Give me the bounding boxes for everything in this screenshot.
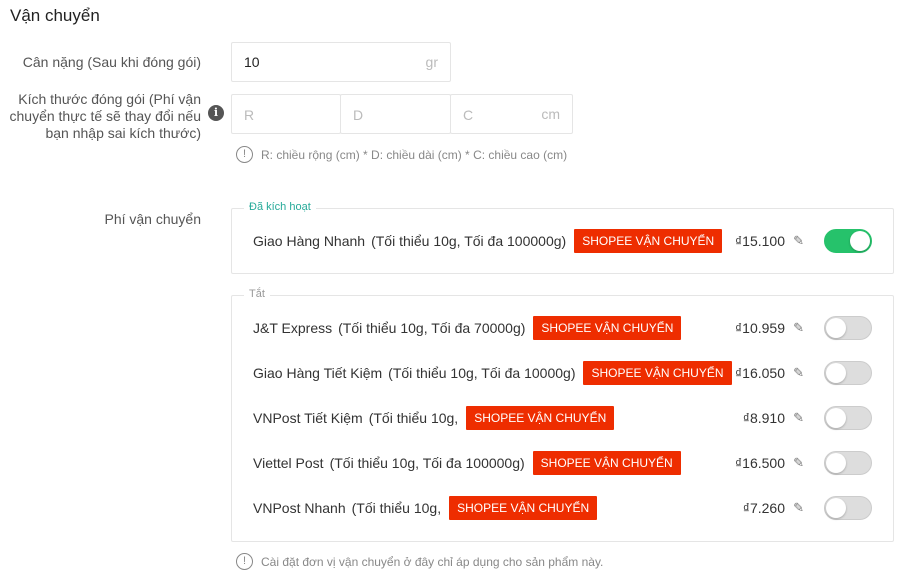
footer-hint-text: Cài đặt đơn vị vận chuyển ở đây chỉ áp d… [261,554,604,569]
width-input[interactable]: R [231,94,341,134]
carrier-weight-limit: (Tối thiểu 10g, [368,410,459,426]
carrier-price: ₫7.260 [742,500,785,516]
carrier-weight-limit: (Tối thiểu 10g, Tối đa 70000g) [338,320,526,336]
height-placeholder: C [463,107,474,123]
weight-unit: gr [425,54,438,70]
length-input[interactable]: D [340,94,451,134]
pencil-icon[interactable]: ✎ [793,320,804,336]
height-input[interactable]: C cm [450,94,573,134]
shopee-shipping-badge: SHOPEE VẬN CHUYỂN [466,406,615,430]
carrier-toggle[interactable] [824,451,872,475]
carrier-name: Giao Hàng Nhanh [253,233,366,249]
carrier-price: ₫8.910 [742,410,785,426]
carrier-row: VNPost Tiết Kiệm (Tối thiểu 10g, SHOPEE VẬ… [253,405,872,431]
pencil-icon[interactable]: ✎ [793,365,804,381]
carrier-price: ₫16.500 [734,455,785,471]
exclamation-icon: ! [236,553,253,570]
toggle-knob [826,498,846,518]
carrier-row: Viettel Post (Tối thiểu 10g, Tối đa 10000… [253,450,872,476]
shopee-shipping-badge: SHOPEE VẬN CHUYỂN [583,361,732,385]
shipping-fee-label: Phí vận chuyển [104,211,201,227]
length-placeholder: D [353,107,364,123]
section-title: Vận chuyển [10,6,100,25]
carrier-price: ₫10.959 [734,320,785,336]
carrier-row: J&T Express (Tối thiểu 10g, Tối đa 70000g… [253,315,872,341]
active-carriers-group: Đã kích hoạt Giao Hàng Nhanh (Tối thiểu 1… [231,201,894,274]
active-legend: Đã kích hoạt [244,201,316,213]
carrier-toggle[interactable] [824,406,872,430]
info-icon[interactable]: i [208,105,224,121]
carrier-name: VNPost Tiết Kiệm [253,410,363,426]
carrier-toggle[interactable] [824,316,872,340]
carrier-toggle[interactable] [824,229,872,253]
toggle-knob [850,231,870,251]
carrier-toggle[interactable] [824,496,872,520]
carrier-price: ₫15.100 [734,233,785,249]
carrier-name: Giao Hàng Tiết Kiệm [253,365,383,381]
carrier-row: Giao Hàng Tiết Kiệm (Tối thiểu 10g, Tối đ… [253,360,872,386]
carrier-weight-limit: (Tối thiểu 10g, Tối đa 100000g) [371,233,567,249]
carrier-name: Viettel Post [253,455,324,471]
carrier-toggle[interactable] [824,361,872,385]
shopee-shipping-badge: SHOPEE VẬN CHUYỂN [532,451,681,475]
carrier-row: Giao Hàng Nhanh (Tối thiểu 10g, Tối đa 10… [253,228,872,254]
disabled-carriers-group: Tắt J&T Express (Tối thiểu 10g, Tối đa 70… [231,288,894,542]
size-label: Kích thước đóng gói (Phí vận chuyển thực… [9,91,202,141]
weight-value: 10 [244,54,260,70]
pencil-icon[interactable]: ✎ [793,410,804,426]
pencil-icon[interactable]: ✎ [793,233,804,249]
disabled-legend: Tắt [244,288,270,300]
shopee-shipping-badge: SHOPEE VẬN CHUYỂN [574,229,723,253]
toggle-knob [826,318,846,338]
shopee-shipping-badge: SHOPEE VẬN CHUYỂN [533,316,682,340]
carrier-name: VNPost Nhanh [253,500,346,516]
weight-input[interactable]: 10 gr [231,42,451,82]
toggle-knob [826,453,846,473]
weight-label: Cân nặng (Sau khi đóng gói) [22,54,201,70]
carrier-weight-limit: (Tối thiểu 10g, Tối đa 10000g) [388,365,576,381]
width-placeholder: R [244,107,255,123]
shopee-shipping-badge: SHOPEE VẬN CHUYỂN [449,496,598,520]
toggle-knob [826,363,846,383]
carrier-weight-limit: (Tối thiểu 10g, [351,500,442,516]
pencil-icon[interactable]: ✎ [793,455,804,471]
carrier-weight-limit: (Tối thiểu 10g, Tối đa 100000g) [329,455,525,471]
pencil-icon[interactable]: ✎ [793,500,804,516]
dimension-hint-text: R: chiều rộng (cm) * D: chiều dài (cm) *… [261,147,568,162]
footer-hint: ! Cài đặt đơn vị vận chuyển ở đây chỉ áp… [236,553,603,570]
size-unit: cm [541,106,560,122]
dimension-hint: ! R: chiều rộng (cm) * D: chiều dài (cm)… [236,146,567,163]
exclamation-icon: ! [236,146,253,163]
toggle-knob [826,408,846,428]
carrier-name: J&T Express [253,320,333,336]
carrier-row: VNPost Nhanh (Tối thiểu 10g, SHOPEE VẬN CH… [253,495,872,521]
carrier-price: ₫16.050 [734,365,785,381]
